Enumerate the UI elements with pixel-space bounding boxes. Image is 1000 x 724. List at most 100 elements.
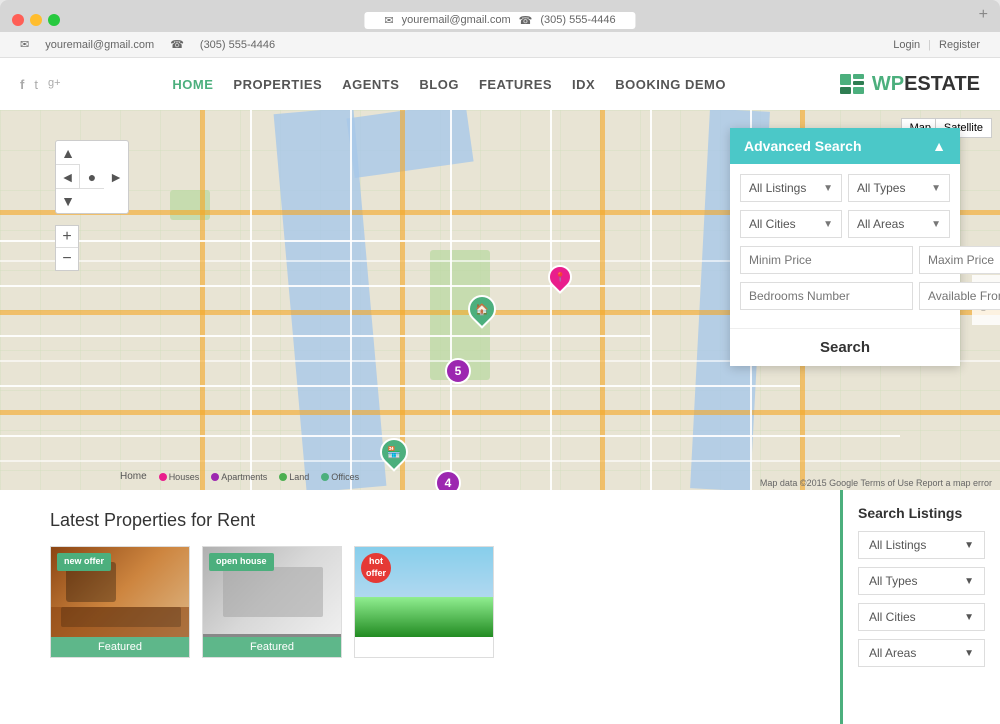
zoom-out-btn[interactable]: − — [56, 248, 78, 270]
property-card-2[interactable]: open house Featured — [202, 546, 342, 658]
search-listings-title: Search Listings — [858, 505, 985, 521]
sidebar-all-types-select[interactable]: All Types ▼ — [858, 567, 985, 595]
topbar-email-icon: ✉ — [20, 38, 29, 51]
search-button[interactable]: Search — [730, 328, 960, 366]
property-label-2: Featured — [203, 637, 341, 657]
properties-grid: new offer Featured open house Featured — [50, 546, 820, 658]
map-area[interactable]: ▲ ◄ ● ► ▼ + − Map Satellite 🏠 📍 — [0, 110, 1000, 490]
sidebar-all-cities-select[interactable]: All Cities ▼ — [858, 603, 985, 631]
property-badge-2: open house — [209, 553, 274, 571]
sroad-h1 — [0, 240, 600, 242]
available-from-input[interactable] — [919, 282, 1000, 310]
advanced-search-title: Advanced Search — [744, 138, 862, 154]
map-pin-cluster4[interactable]: 4 — [435, 470, 461, 490]
nav-up-btn[interactable]: ▲ — [56, 141, 80, 165]
max-price-input[interactable] — [919, 246, 1000, 274]
map-nav-controls: ▲ ◄ ● ► ▼ — [55, 140, 129, 214]
zoom-in-btn[interactable]: + — [56, 226, 78, 248]
legend-apartments: Apartments — [211, 472, 267, 482]
property-badge-3: hot offer — [361, 553, 391, 583]
nav-properties[interactable]: PROPERTIES — [233, 77, 322, 92]
sidebar-all-areas-select[interactable]: All Areas ▼ — [858, 639, 985, 667]
legend-land: Land — [279, 472, 309, 482]
all-areas-select-map[interactable]: All Areas ▼ — [848, 210, 950, 238]
nav-agents[interactable]: AGENTS — [342, 77, 399, 92]
browser-phone: (305) 555-4446 — [540, 14, 615, 26]
topbar-email[interactable]: youremail@gmail.com — [45, 39, 154, 51]
chevron-icon-2: ▼ — [931, 183, 941, 194]
new-tab-button[interactable]: + — [979, 6, 988, 24]
all-areas-label: All Areas — [857, 217, 904, 231]
all-listings-select-map[interactable]: All Listings ▼ — [740, 174, 842, 202]
legend-homes: Houses — [159, 472, 200, 482]
sroad-v1 — [250, 110, 252, 490]
nav-center-btn[interactable]: ● — [80, 165, 104, 189]
latest-properties: Latest Properties for Rent new offer Fea… — [0, 490, 840, 724]
map-pin-cluster5[interactable]: 5 — [445, 358, 471, 384]
collapse-button[interactable]: ▲ — [932, 138, 946, 154]
site-wrapper: ✉ youremail@gmail.com ☎ (305) 555-4446 L… — [0, 32, 1000, 724]
road-h3 — [0, 410, 1000, 415]
nav-features[interactable]: FEATURES — [479, 77, 552, 92]
facebook-icon[interactable]: f — [20, 77, 24, 92]
road-v3 — [600, 110, 605, 490]
map-pin-location1[interactable]: 📍 — [548, 265, 572, 289]
adv-row-4 — [740, 282, 950, 310]
address-bar[interactable]: ✉ youremail@gmail.com ☎ (305) 555-4446 — [364, 12, 635, 29]
sidebar-all-cities-label: All Cities — [869, 610, 916, 624]
sroad-h3 — [0, 335, 650, 337]
nav-blog[interactable]: BLOG — [419, 77, 459, 92]
email-icon: ✉ — [384, 14, 393, 27]
min-price-input[interactable] — [740, 246, 913, 274]
latest-properties-title: Latest Properties for Rent — [50, 510, 820, 531]
maximize-button[interactable] — [48, 14, 60, 26]
googleplus-icon[interactable]: g+ — [48, 77, 61, 92]
content-section: Latest Properties for Rent new offer Fea… — [0, 490, 1000, 724]
property-card-1[interactable]: new offer Featured — [50, 546, 190, 658]
sroad-h4 — [0, 385, 800, 387]
nav-booking-demo[interactable]: BOOKING DEMO — [615, 77, 726, 92]
nav-down-btn[interactable]: ▼ — [56, 189, 80, 213]
sidebar-chevron-3: ▼ — [964, 612, 974, 623]
minimize-button[interactable] — [30, 14, 42, 26]
twitter-icon[interactable]: t — [34, 77, 38, 92]
chevron-icon-1: ▼ — [823, 183, 833, 194]
sroad-v3 — [450, 110, 452, 490]
advanced-search-body: All Listings ▼ All Types ▼ All Cities ▼ — [730, 164, 960, 328]
all-cities-select-map[interactable]: All Cities ▼ — [740, 210, 842, 238]
road-h6 — [0, 460, 1000, 462]
map-pin-store[interactable]: 🏪 — [380, 438, 408, 466]
property-card-3[interactable]: hot offer — [354, 546, 494, 658]
property-badge-1: new offer — [57, 553, 111, 571]
sidebar-chevron-4: ▼ — [964, 648, 974, 659]
top-bar: ✉ youremail@gmail.com ☎ (305) 555-4446 L… — [0, 32, 1000, 58]
nav-idx[interactable]: IDX — [572, 77, 595, 92]
nav-left-btn[interactable]: ◄ — [56, 165, 80, 189]
sidebar-chevron-2: ▼ — [964, 576, 974, 587]
logo-text: WPESTATE — [872, 73, 980, 96]
login-link[interactable]: Login — [893, 39, 920, 51]
nav-social: f t g+ — [20, 77, 61, 92]
all-types-select-map[interactable]: All Types ▼ — [848, 174, 950, 202]
adv-row-3 — [740, 246, 950, 274]
sidebar-chevron-1: ▼ — [964, 540, 974, 551]
legend-offices: Offices — [321, 472, 359, 482]
all-types-label: All Types — [857, 181, 905, 195]
close-button[interactable] — [12, 14, 24, 26]
advanced-search-panel: Advanced Search ▲ All Listings ▼ All Typ… — [730, 128, 960, 366]
road-v1 — [200, 110, 205, 490]
search-listings: Search Listings All Listings ▼ All Types… — [840, 490, 1000, 724]
top-bar-left: ✉ youremail@gmail.com ☎ (305) 555-4446 — [20, 38, 275, 51]
nav-logo: WPESTATE — [838, 70, 980, 98]
sidebar-all-listings-select[interactable]: All Listings ▼ — [858, 531, 985, 559]
logo-icon — [838, 70, 866, 98]
all-cities-label: All Cities — [749, 217, 796, 231]
nav-home[interactable]: HOME — [172, 77, 213, 92]
map-pin-house1[interactable]: 🏠 — [468, 295, 496, 323]
sroad-v4 — [550, 110, 552, 490]
register-link[interactable]: Register — [939, 39, 980, 51]
bedrooms-input[interactable] — [740, 282, 913, 310]
topbar-phone[interactable]: (305) 555-4446 — [200, 39, 275, 51]
nav-right-btn[interactable]: ► — [104, 165, 128, 189]
topbar-phone-icon: ☎ — [170, 38, 184, 51]
